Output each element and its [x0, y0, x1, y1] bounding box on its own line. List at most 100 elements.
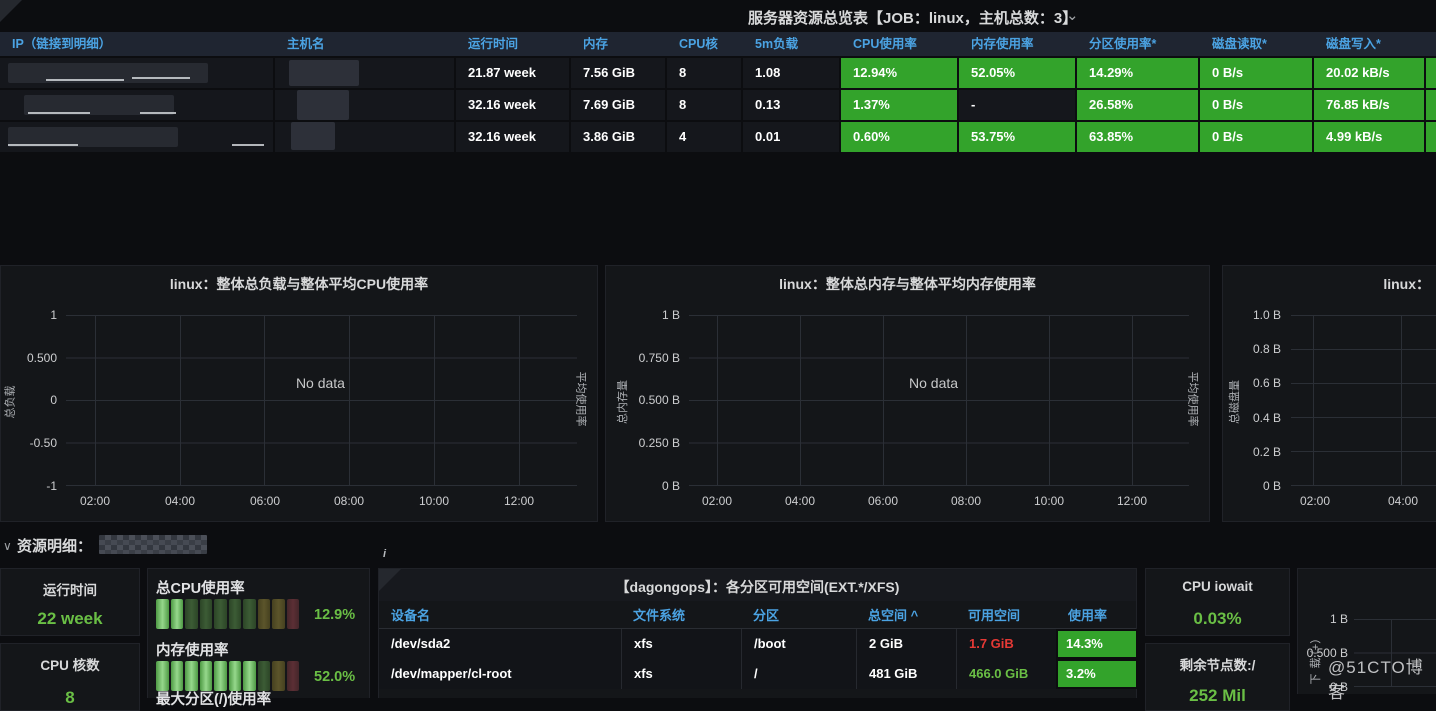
- gauge-segment: [258, 661, 271, 691]
- mem-usage-cell: 53.75%: [959, 122, 1075, 152]
- stat-panel-nodes: 剩余节点数:/ 252 Mil: [1145, 643, 1290, 711]
- partition-cell: /boot: [741, 629, 856, 659]
- col-load5m[interactable]: 5m负载: [743, 32, 839, 56]
- gauge-segment: [229, 661, 242, 691]
- table-row[interactable]: 21.87 week 7.56 GiB 8 1.08 12.94% 52.05%…: [0, 58, 1436, 88]
- redacted-ip[interactable]: [0, 58, 273, 88]
- gauge-segment: [156, 599, 169, 629]
- load-cell: 0.01: [743, 122, 839, 152]
- y-tick: 0.250 B: [606, 436, 680, 450]
- panel-info-corner[interactable]: i: [0, 0, 22, 22]
- y-tick: 0.8 B: [1223, 342, 1281, 356]
- redacted-ip[interactable]: [0, 90, 273, 120]
- col-part-usage[interactable]: 分区使用率*: [1077, 32, 1198, 56]
- chart-title[interactable]: linux：整体总负载与整体平均CPU使用率: [1, 274, 597, 294]
- redacted-underline: [232, 144, 264, 146]
- gauge-segment: [272, 599, 285, 629]
- col-mem-usage[interactable]: 内存使用率: [959, 32, 1075, 56]
- gauge-segment: [200, 599, 213, 629]
- table-row: /dev/mapper/cl-root xfs / 481 GiB 466.0 …: [379, 659, 1136, 689]
- memory-cell: 7.56 GiB: [571, 58, 665, 88]
- x-tick: 10:00: [412, 494, 456, 508]
- table-row[interactable]: 32.16 week 3.86 GiB 4 0.01 0.60% 53.75% …: [0, 122, 1436, 152]
- sort-asc-icon: ^: [911, 608, 919, 623]
- gridline: [349, 315, 350, 485]
- panel-title: 【dagongops】：各分区可用空间(EXT.*/XFS): [379, 577, 1136, 597]
- col-avail-space[interactable]: 可用空间: [956, 603, 1056, 629]
- uptime-cell: 32.16 week: [456, 90, 569, 120]
- col-total-space[interactable]: 总空间 ^: [856, 603, 956, 629]
- stat-panel-cores: CPU 核数 8: [0, 643, 140, 711]
- redacted-ip[interactable]: [0, 122, 273, 152]
- col-partition[interactable]: 分区: [741, 603, 856, 629]
- col-usage[interactable]: 使用率: [1056, 603, 1138, 629]
- col-cpu-cores[interactable]: CPU核: [667, 32, 741, 56]
- uptime-cell: 32.16 week: [456, 122, 569, 152]
- plot-area[interactable]: No data: [66, 315, 577, 486]
- col-clipped: [1426, 32, 1436, 56]
- redacted-underline: [8, 144, 78, 146]
- partition-cell: /: [741, 659, 856, 689]
- y-tick: 0 B: [606, 479, 680, 493]
- row-title[interactable]: 资源明细：: [17, 535, 92, 556]
- stat-value: 22 week: [1, 609, 139, 629]
- col-ip[interactable]: IP（链接到明细）: [0, 32, 273, 56]
- filesystem-cell: xfs: [621, 629, 741, 659]
- gridline: [1401, 315, 1402, 485]
- plot-area[interactable]: [1291, 315, 1436, 486]
- gauge-segment: [185, 599, 198, 629]
- chevron-down-icon[interactable]: ⌄: [1066, 6, 1079, 24]
- x-tick: 02:00: [1293, 494, 1337, 508]
- gridline: [180, 315, 181, 485]
- cpu-usage-cell: 1.37%: [841, 90, 957, 120]
- x-tick: 04:00: [778, 494, 822, 508]
- col-memory[interactable]: 内存: [571, 32, 665, 56]
- gauge-segment: [171, 661, 184, 691]
- chart-title[interactable]: linux：整体总内存与整体平均内存使用率: [606, 274, 1209, 294]
- row-collapse-icon[interactable]: ∨: [3, 539, 12, 553]
- y-tick: -1: [1, 479, 57, 493]
- redaction-blob: [291, 122, 335, 150]
- memory-cell: 7.69 GiB: [571, 90, 665, 120]
- gauge-segment: [156, 661, 169, 691]
- avail-cell: 1.7 GiB: [956, 629, 1056, 659]
- stat-title: 剩余节点数:/: [1146, 654, 1289, 674]
- col-disk-read[interactable]: 磁盘读取*: [1200, 32, 1312, 56]
- load-cell: 1.08: [743, 58, 839, 88]
- gauge-segment: [214, 661, 227, 691]
- col-cpu-usage[interactable]: CPU使用率: [841, 32, 957, 56]
- y-tick: 0 B: [1223, 479, 1281, 493]
- panel-title-bar[interactable]: i 【dagongops】：各分区可用空间(EXT.*/XFS): [379, 569, 1136, 601]
- gauge-segment: [243, 661, 256, 691]
- disk-read-cell: 0 B/s: [1200, 90, 1312, 120]
- gauge-segment: [287, 599, 300, 629]
- y-tick: 1 B: [1298, 612, 1348, 626]
- no-data-label: No data: [909, 375, 958, 391]
- gauge-label: 最大分区(/)使用率: [156, 688, 271, 709]
- gridline: [717, 315, 718, 485]
- col-device[interactable]: 设备名: [379, 603, 621, 629]
- mem-usage-gauge: [156, 661, 299, 691]
- gridline: [519, 315, 520, 485]
- x-tick: 02:00: [73, 494, 117, 508]
- table-row[interactable]: 32.16 week 7.69 GiB 8 0.13 1.37% - 26.58…: [0, 90, 1436, 120]
- col-hostname[interactable]: 主机名: [275, 32, 454, 56]
- stat-title: CPU iowait: [1146, 579, 1289, 594]
- gauge-segment: [229, 599, 242, 629]
- mem-usage-cell: 52.05%: [959, 58, 1075, 88]
- host-table-header: IP（链接到明细） 主机名 运行时间 内存 CPU核 5m负载 CPU使用率 内…: [0, 32, 1436, 56]
- chart-panel-disk: linux： 1.0 B 0.8 B 0.6 B 0.4 B 0.2 B 0 B…: [1222, 265, 1436, 522]
- col-uptime[interactable]: 运行时间: [456, 32, 569, 56]
- plot-area[interactable]: No data: [689, 315, 1189, 486]
- gauge-label: 内存使用率: [156, 639, 229, 660]
- chart-title[interactable]: linux：: [1383, 274, 1430, 294]
- uptime-cell: 21.87 week: [456, 58, 569, 88]
- gauge-segment: [214, 599, 227, 629]
- col-filesystem[interactable]: 文件系统: [621, 603, 741, 629]
- y-tick: 0.2 B: [1223, 445, 1281, 459]
- part-usage-cell: 14.29%: [1077, 58, 1198, 88]
- gauge-value: 12.9%: [314, 607, 355, 623]
- col-disk-write[interactable]: 磁盘写入*: [1314, 32, 1424, 56]
- cpu-usage-cell: 12.94%: [841, 58, 957, 88]
- usage-cell: 3.2%: [1056, 659, 1138, 689]
